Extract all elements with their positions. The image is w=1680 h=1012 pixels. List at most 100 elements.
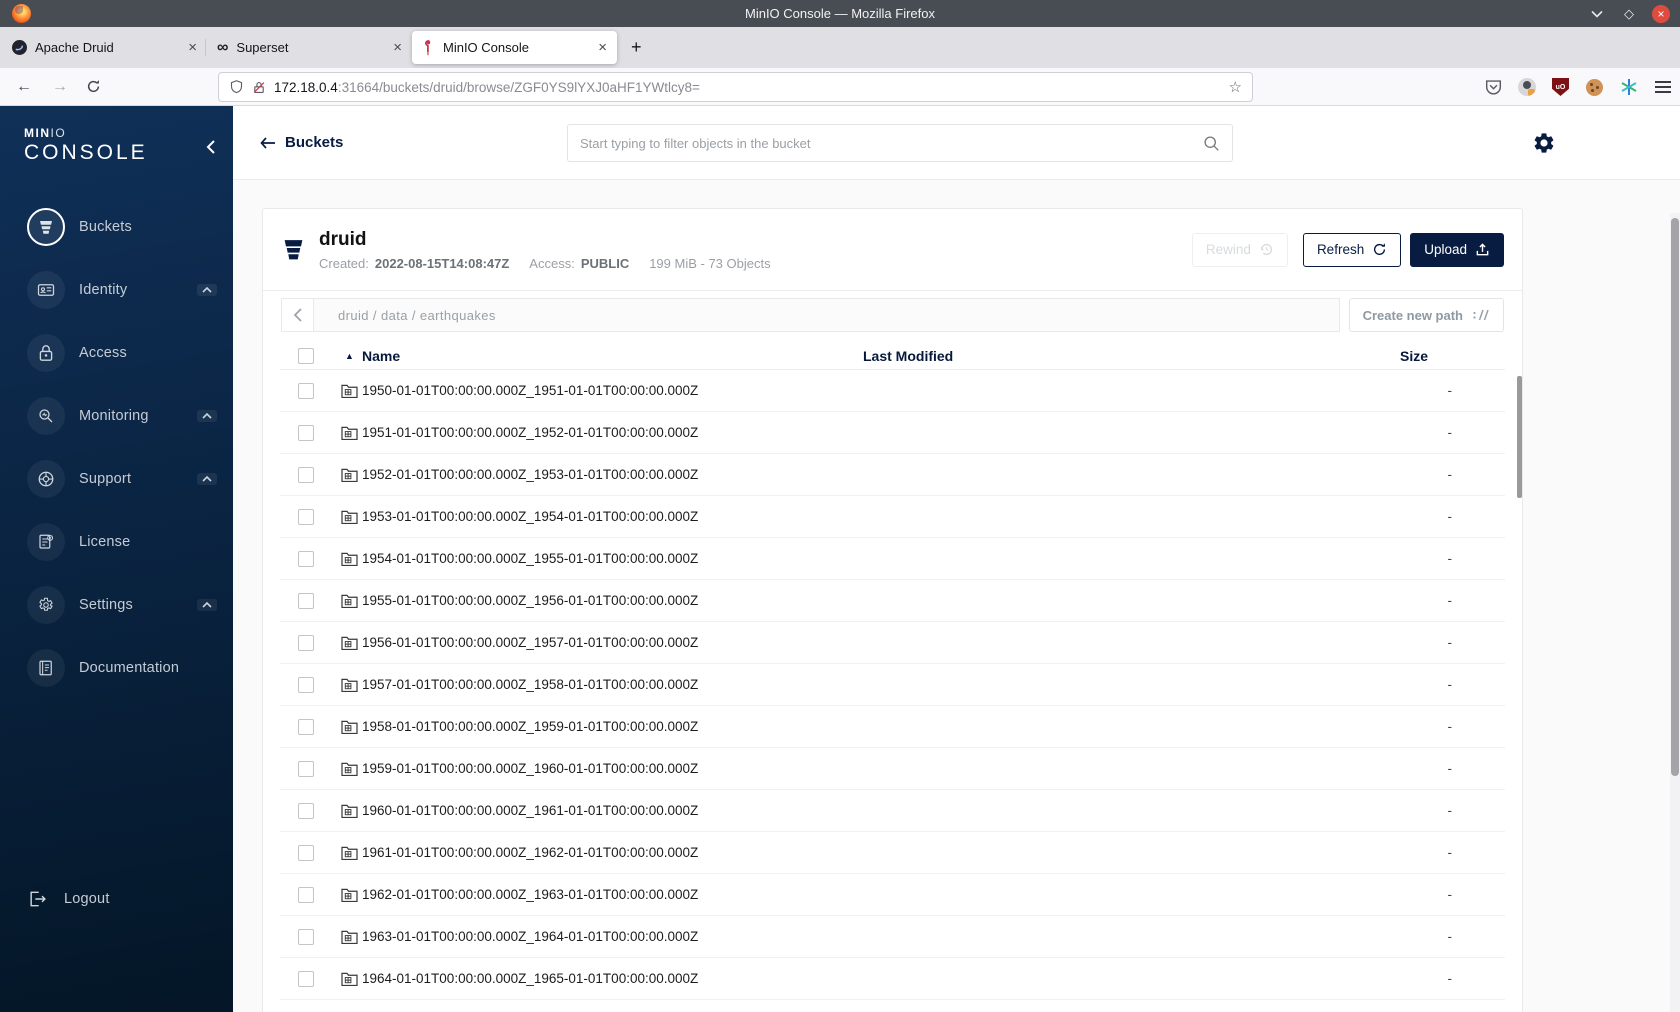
table-row[interactable]: 1957-01-01T00:00:00.000Z_1958-01-01T00:0… — [280, 664, 1505, 706]
new-tab-button[interactable]: + — [631, 37, 642, 58]
table-row[interactable]: 1959-01-01T00:00:00.000Z_1960-01-01T00:0… — [280, 748, 1505, 790]
size-column-header[interactable]: Size — [1373, 348, 1505, 364]
sidebar-item-monitoring[interactable]: Monitoring — [0, 384, 233, 447]
object-name[interactable]: 1958-01-01T00:00:00.000Z_1959-01-01T00:0… — [362, 719, 863, 734]
breadcrumb[interactable]: druid / data / earthquakes — [314, 298, 1340, 332]
sidebar-collapse-button[interactable] — [206, 140, 215, 154]
sidebar-item-access[interactable]: Access — [0, 321, 233, 384]
sort-asc-icon[interactable]: ▲ — [345, 351, 354, 361]
object-name[interactable]: 1953-01-01T00:00:00.000Z_1954-01-01T00:0… — [362, 509, 863, 524]
window-minimize-button[interactable] — [1588, 5, 1606, 23]
back-to-buckets-link[interactable]: Buckets — [260, 134, 343, 151]
object-name[interactable]: 1963-01-01T00:00:00.000Z_1964-01-01T00:0… — [362, 929, 863, 944]
row-checkbox[interactable] — [298, 802, 314, 819]
table-row[interactable]: 1964-01-01T00:00:00.000Z_1965-01-01T00:0… — [280, 958, 1505, 1000]
row-checkbox[interactable] — [298, 634, 314, 651]
chevron-up-icon[interactable] — [197, 283, 217, 296]
table-scrollbar-thumb[interactable] — [1517, 376, 1522, 498]
chevron-up-icon[interactable] — [197, 409, 217, 422]
object-name[interactable]: 1954-01-01T00:00:00.000Z_1955-01-01T00:0… — [362, 551, 863, 566]
sidebar-item-license[interactable]: License — [0, 510, 233, 573]
tab-superset[interactable]: ∞ Superset × — [205, 31, 412, 64]
tab-close-icon[interactable]: × — [188, 40, 197, 55]
chevron-up-icon[interactable] — [197, 598, 217, 611]
object-name[interactable]: 1955-01-01T00:00:00.000Z_1956-01-01T00:0… — [362, 593, 863, 608]
row-checkbox[interactable] — [298, 382, 314, 399]
row-checkbox[interactable] — [298, 508, 314, 525]
cookie-extension-icon[interactable] — [1585, 78, 1604, 97]
table-row[interactable]: 1962-01-01T00:00:00.000Z_1963-01-01T00:0… — [280, 874, 1505, 916]
object-name[interactable]: 1951-01-01T00:00:00.000Z_1952-01-01T00:0… — [362, 425, 863, 440]
row-checkbox[interactable] — [298, 928, 314, 945]
row-checkbox[interactable] — [298, 424, 314, 441]
page-scrollbar-thumb[interactable] — [1671, 218, 1679, 776]
last-modified-column-header[interactable]: Last Modified — [863, 348, 1373, 364]
row-checkbox[interactable] — [298, 970, 314, 987]
row-checkbox[interactable] — [298, 886, 314, 903]
object-name[interactable]: 1964-01-01T00:00:00.000Z_1965-01-01T00:0… — [362, 971, 863, 986]
sidebar-item-support[interactable]: Support — [0, 447, 233, 510]
forward-button[interactable]: → — [52, 78, 68, 96]
reload-button[interactable] — [86, 79, 101, 94]
chevron-up-icon[interactable] — [197, 472, 217, 485]
tab-close-icon[interactable]: × — [598, 40, 607, 55]
menu-icon[interactable] — [1653, 78, 1672, 97]
object-name[interactable]: 1952-01-01T00:00:00.000Z_1953-01-01T00:0… — [362, 467, 863, 482]
create-new-path-button[interactable]: Create new path — [1348, 298, 1504, 332]
table-row[interactable]: 1956-01-01T00:00:00.000Z_1957-01-01T00:0… — [280, 622, 1505, 664]
table-row[interactable]: 1951-01-01T00:00:00.000Z_1952-01-01T00:0… — [280, 412, 1505, 454]
name-column-header[interactable]: Name — [362, 348, 863, 364]
tab-close-icon[interactable]: × — [393, 40, 402, 55]
window-maximize-button[interactable]: ◇ — [1620, 5, 1638, 23]
row-checkbox[interactable] — [298, 550, 314, 567]
object-name[interactable]: 1960-01-01T00:00:00.000Z_1961-01-01T00:0… — [362, 803, 863, 818]
table-row[interactable]: 1955-01-01T00:00:00.000Z_1956-01-01T00:0… — [280, 580, 1505, 622]
table-row[interactable]: 1953-01-01T00:00:00.000Z_1954-01-01T00:0… — [280, 496, 1505, 538]
row-checkbox[interactable] — [298, 844, 314, 861]
window-close-button[interactable]: × — [1652, 4, 1670, 23]
pocket-icon[interactable] — [1484, 78, 1503, 97]
ublock-origin-icon[interactable]: uO — [1551, 78, 1570, 97]
sidebar-item-documentation[interactable]: Documentation — [0, 636, 233, 699]
row-checkbox[interactable] — [298, 760, 314, 777]
bookmark-star-icon[interactable]: ☆ — [1229, 78, 1242, 96]
row-checkbox[interactable] — [298, 592, 314, 609]
object-name[interactable]: 1959-01-01T00:00:00.000Z_1960-01-01T00:0… — [362, 761, 863, 776]
rewind-button[interactable]: Rewind — [1191, 232, 1288, 267]
sidebar-item-logout[interactable]: Logout — [27, 879, 110, 919]
upload-button[interactable]: Upload — [1410, 232, 1504, 267]
multi-account-extension-icon[interactable] — [1619, 78, 1638, 97]
reload-icon — [87, 80, 100, 93]
privacy-extension-icon[interactable] — [1518, 78, 1536, 96]
sidebar-item-settings[interactable]: Settings — [0, 573, 233, 636]
row-checkbox[interactable] — [298, 676, 314, 693]
row-checkbox[interactable] — [298, 718, 314, 735]
object-name[interactable]: 1956-01-01T00:00:00.000Z_1957-01-01T00:0… — [362, 635, 863, 650]
table-row[interactable]: 1950-01-01T00:00:00.000Z_1951-01-01T00:0… — [280, 370, 1505, 412]
row-checkbox[interactable] — [298, 466, 314, 483]
object-name[interactable]: 1950-01-01T00:00:00.000Z_1951-01-01T00:0… — [362, 383, 863, 398]
table-row[interactable]: 1961-01-01T00:00:00.000Z_1962-01-01T00:0… — [280, 832, 1505, 874]
tab-minio-console[interactable]: MinIO Console × — [412, 31, 617, 64]
sidebar-item-identity[interactable]: Identity — [0, 258, 233, 321]
settings-gear-button[interactable] — [1532, 131, 1556, 155]
page-scrollbar[interactable] — [1670, 213, 1680, 1012]
refresh-button[interactable]: Refresh — [1302, 232, 1402, 267]
table-row[interactable]: 1963-01-01T00:00:00.000Z_1964-01-01T00:0… — [280, 916, 1505, 958]
path-back-button[interactable] — [281, 298, 314, 332]
url-bar[interactable]: 172.18.0.4:31664/buckets/druid/browse/ZG… — [218, 72, 1253, 102]
search-input[interactable] — [580, 135, 1203, 151]
select-all-checkbox[interactable] — [298, 347, 314, 364]
tab-apache-druid[interactable]: Apache Druid × — [2, 31, 207, 64]
object-name[interactable]: 1962-01-01T00:00:00.000Z_1963-01-01T00:0… — [362, 887, 863, 902]
object-name[interactable]: 1957-01-01T00:00:00.000Z_1958-01-01T00:0… — [362, 677, 863, 692]
table-row[interactable]: 1954-01-01T00:00:00.000Z_1955-01-01T00:0… — [280, 538, 1505, 580]
table-row[interactable]: 1952-01-01T00:00:00.000Z_1953-01-01T00:0… — [280, 454, 1505, 496]
monitoring-icon — [27, 396, 65, 435]
sidebar-item-buckets[interactable]: Buckets — [0, 195, 233, 258]
object-filter-search[interactable] — [567, 124, 1233, 162]
table-row[interactable]: 1958-01-01T00:00:00.000Z_1959-01-01T00:0… — [280, 706, 1505, 748]
table-row[interactable]: 1960-01-01T00:00:00.000Z_1961-01-01T00:0… — [280, 790, 1505, 832]
object-name[interactable]: 1961-01-01T00:00:00.000Z_1962-01-01T00:0… — [362, 845, 863, 860]
back-button[interactable]: ← — [16, 78, 32, 96]
